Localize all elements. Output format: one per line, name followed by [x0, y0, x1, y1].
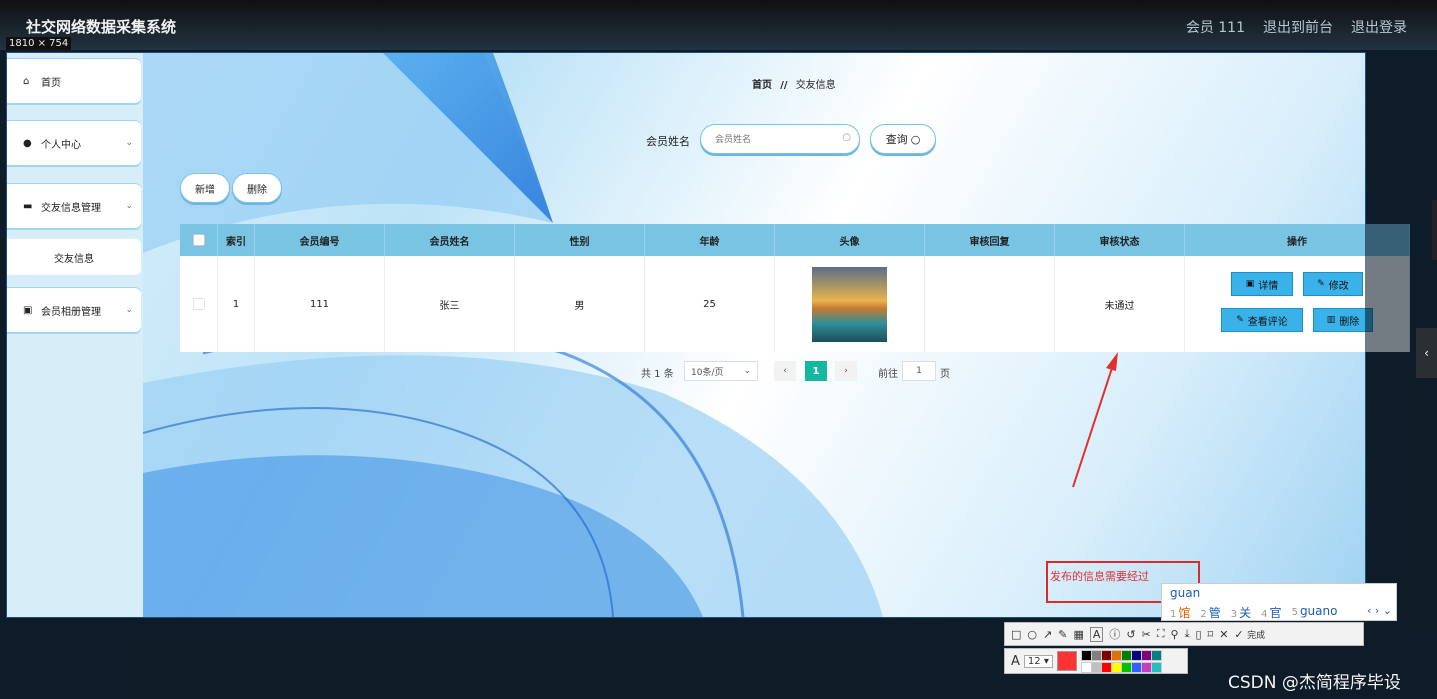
screenshot-toolbar: □ ○ ↗ ✎ ▦ A ⓘ ↺ ✂ ⛶ ⚲ ⤓ ▯ ⌑ ✕ ✓ 完成: [1004, 622, 1364, 646]
font-icon: A: [1011, 653, 1020, 669]
phone-icon[interactable]: ▯: [1195, 628, 1201, 641]
ime-candidate[interactable]: 4官: [1261, 604, 1281, 621]
ellipse-tool-icon[interactable]: ○: [1027, 628, 1037, 641]
watermark: CSDN @杰简程序毕设: [1228, 673, 1401, 693]
check-icon: ✓: [1234, 627, 1244, 641]
ime-typed-text: guan: [1170, 586, 1201, 600]
download-icon[interactable]: ⤓: [1185, 627, 1190, 641]
collapse-panel-button[interactable]: ‹: [1416, 328, 1437, 378]
scrollbar-edge[interactable]: [1432, 200, 1437, 260]
scissors-icon[interactable]: ✂: [1142, 628, 1151, 641]
pen-tool-icon[interactable]: ✎: [1058, 628, 1067, 641]
text-style-toolbar: A 12 ▾: [1004, 648, 1188, 674]
font-size-select[interactable]: 12 ▾: [1023, 654, 1053, 668]
ime-candidate[interactable]: 1馆: [1170, 604, 1190, 621]
undo-icon[interactable]: ↺: [1126, 628, 1135, 641]
mosaic-tool-icon[interactable]: ▦: [1073, 628, 1083, 641]
text-tool-icon[interactable]: A: [1089, 626, 1104, 642]
ime-page-arrows[interactable]: ‹ › ⌄: [1367, 604, 1392, 617]
ime-candidates: 1馆 2管 3关 4官 5 guano: [1170, 604, 1337, 621]
arrow-tool-icon[interactable]: ↗: [1043, 628, 1052, 641]
number-tool-icon[interactable]: ⓘ: [1109, 626, 1120, 642]
done-button[interactable]: ✓ 完成: [1234, 628, 1265, 641]
done-label: 完成: [1247, 630, 1266, 641]
ocr-icon[interactable]: ⛶: [1157, 627, 1165, 641]
rectangle-tool-icon[interactable]: □: [1011, 628, 1021, 641]
ime-candidate[interactable]: 2管: [1200, 604, 1220, 621]
chevron-left-icon: ‹: [1424, 346, 1429, 360]
current-color-swatch[interactable]: [1056, 651, 1077, 671]
ime-candidate-window: guan 1馆 2管 3关 4官 5 guano ‹ › ⌄: [1161, 583, 1397, 621]
capture-size-badge: 1810 × 754: [6, 37, 72, 50]
close-icon[interactable]: ✕: [1219, 628, 1228, 641]
ime-candidate[interactable]: 5 guano: [1292, 604, 1338, 621]
ime-candidate[interactable]: 3关: [1231, 604, 1251, 621]
color-palette[interactable]: [1080, 649, 1162, 673]
bookmark-icon[interactable]: ⌑: [1208, 628, 1214, 641]
pin-icon[interactable]: ⚲: [1171, 628, 1179, 641]
annotation-text[interactable]: 发布的信息需要经过: [1050, 568, 1149, 584]
